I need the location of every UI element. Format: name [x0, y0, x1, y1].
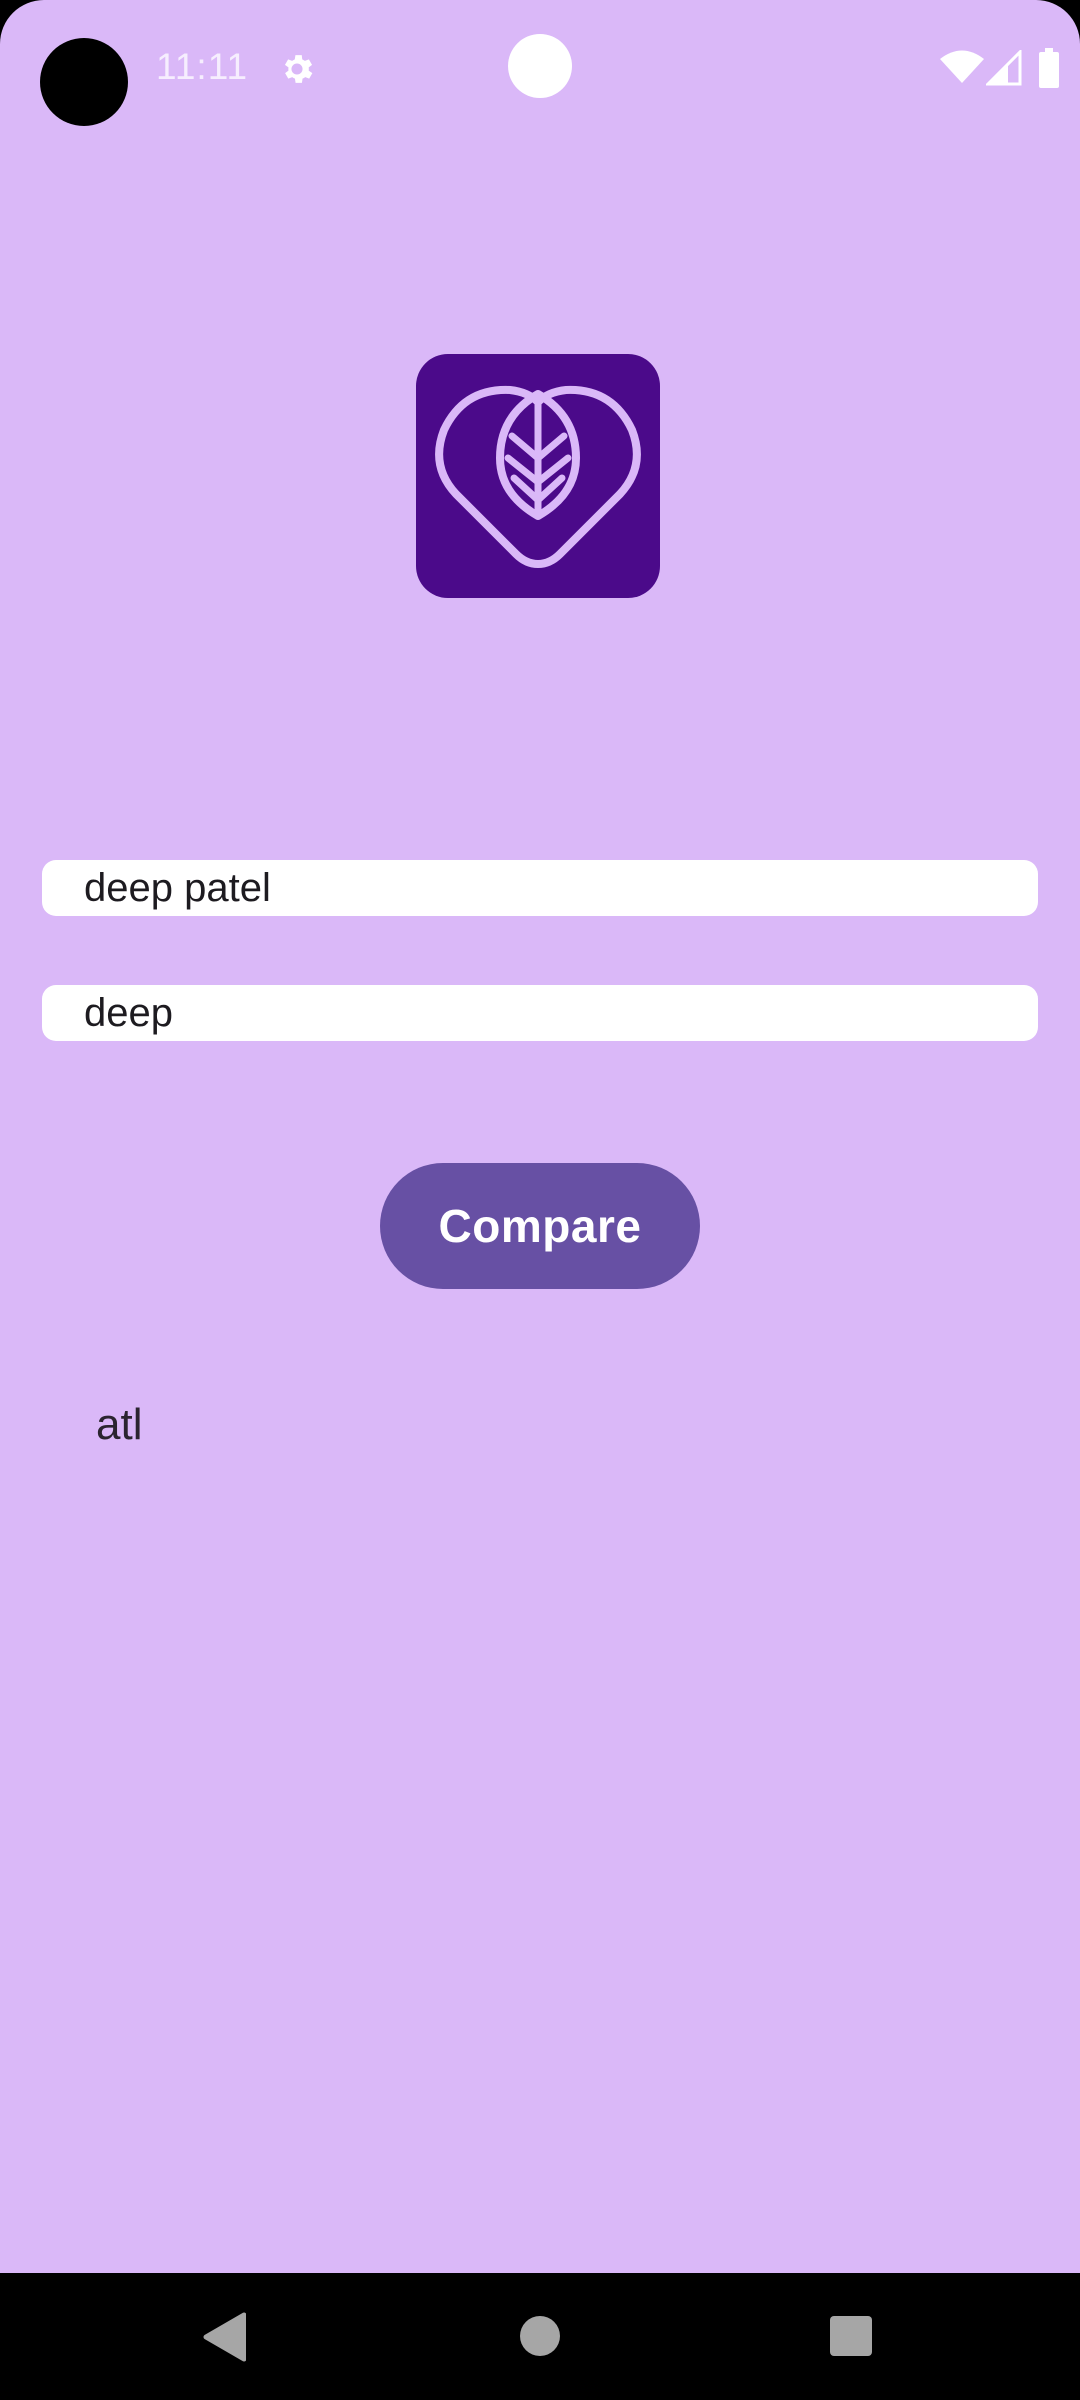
back-icon[interactable]	[202, 2312, 246, 2362]
cell-signal-icon	[986, 50, 1022, 86]
settings-icon	[284, 55, 313, 83]
status-time: 11:11	[156, 46, 249, 87]
first-name-input[interactable]: deep patel	[42, 860, 1038, 916]
compare-button-label: Compare	[438, 1200, 642, 1252]
status-bar: 11:11	[0, 0, 1080, 136]
compare-button[interactable]: Compare	[380, 1163, 700, 1289]
camera-cutout	[40, 38, 128, 126]
home-icon[interactable]	[520, 2316, 560, 2356]
recents-icon[interactable]	[830, 2316, 872, 2356]
battery-icon	[1039, 48, 1059, 88]
screen: 11:11 deep patel deep Compare atl	[0, 0, 1080, 2400]
front-sensor-dot	[508, 34, 572, 98]
app-window: 11:11 deep patel deep Compare atl	[0, 0, 1080, 2273]
result-text: atl	[96, 1400, 143, 1449]
wifi-icon	[940, 50, 984, 83]
heart-leaf-logo-icon	[416, 354, 660, 598]
second-name-input[interactable]: deep	[42, 985, 1038, 1041]
